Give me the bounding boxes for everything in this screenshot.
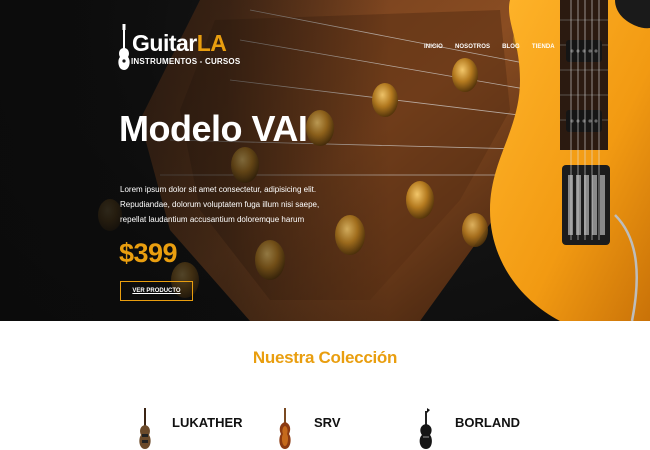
product-name[interactable]: BORLAND <box>455 415 520 430</box>
site-logo[interactable]: GuitarLA INSTRUMENTOS - CURSOS <box>117 22 241 72</box>
logo-main: Guitar <box>132 30 197 56</box>
hero-section: GuitarLA INSTRUMENTOS - CURSOS INICIO NO… <box>0 0 650 321</box>
guitar-borland-image <box>419 408 432 449</box>
guitar-srv-image <box>279 408 291 449</box>
product-card-srv[interactable]: SRV <box>278 408 378 450</box>
logo-accent: LA <box>196 30 227 56</box>
guitar-lukather-image <box>139 408 151 449</box>
product-name[interactable]: LUKATHER <box>172 415 243 430</box>
collection-title: Nuestra Colección <box>252 348 398 367</box>
product-card-lukather[interactable]: LUKATHER <box>138 408 268 450</box>
hero-title: Modelo VAI <box>119 108 308 149</box>
hero-price: $399 <box>119 238 178 268</box>
view-product-button[interactable]: VER PRODUCTO <box>120 281 193 301</box>
product-card-borland[interactable]: BORLAND <box>418 408 548 450</box>
nav-link-inicio[interactable]: INICIO <box>424 44 443 50</box>
logo-tagline: INSTRUMENTOS - CURSOS <box>131 57 241 66</box>
nav-link-nosotros[interactable]: NOSOTROS <box>455 44 490 50</box>
hero-description: Lorem ipsum dolor sit amet consectetur, … <box>120 185 320 224</box>
logo-wordmark: GuitarLA <box>132 30 227 56</box>
nav-link-blog[interactable]: BLOG <box>502 44 520 50</box>
main-nav: INICIO NOSOTROS BLOG TIENDA <box>424 44 555 50</box>
product-name[interactable]: SRV <box>314 415 341 430</box>
guitar-logo-icon <box>118 24 130 70</box>
nav-link-tienda[interactable]: TIENDA <box>532 44 555 50</box>
